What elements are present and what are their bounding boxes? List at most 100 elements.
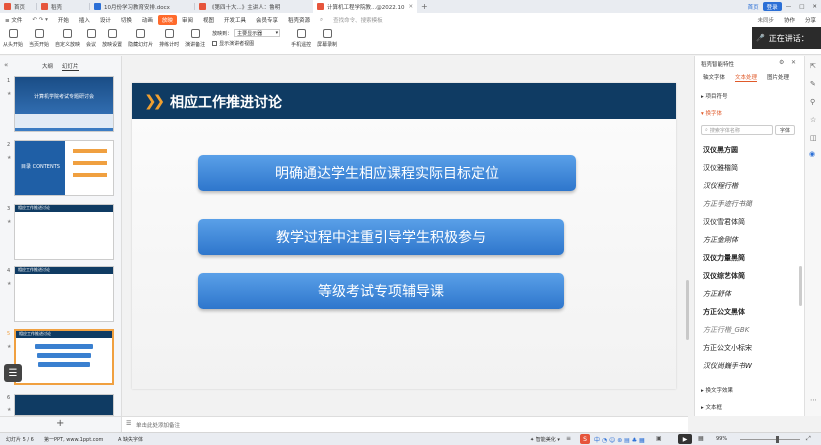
tab-document-2[interactable]: 《第四十大...》主讲人：鲁明 (195, 0, 313, 13)
minimize-button[interactable]: — (782, 0, 796, 13)
section-textbox[interactable]: ▸ 文本框 (701, 403, 722, 411)
font-option[interactable]: 汉仪程行楷 (703, 181, 738, 191)
current-slide[interactable]: ❯❯ 相应工作推进讨论 明确通达学生相应课程实际目标定位 教学过程中注重引导学生… (132, 83, 676, 389)
close-tab-icon[interactable]: ✕ (409, 4, 414, 10)
font-search-input[interactable]: ⌕ 搜索字体名称 (701, 125, 773, 135)
slide-thumb-6[interactable] (14, 394, 114, 416)
presenter-view-checkbox[interactable] (212, 41, 218, 46)
slide-title[interactable]: 相应工作推进讨论 (170, 92, 282, 112)
missing-font-button[interactable]: A 缺失字体 (118, 436, 143, 443)
custom-show-button[interactable]: 自定义放映 (52, 29, 83, 48)
beautify-button[interactable]: ✦ 智能美化 ▾ (530, 436, 560, 443)
play-current-button[interactable]: 当页开始 (26, 29, 52, 48)
menu-slideshow[interactable]: 放映 (157, 15, 177, 25)
font-option[interactable]: 方正金刚体 (703, 235, 738, 245)
hide-slide-button[interactable]: 隐藏幻灯片 (125, 29, 156, 48)
menu-insert[interactable]: 插入 (74, 16, 95, 24)
notes-placeholder[interactable]: 单击此处添加备注 (136, 421, 180, 429)
slide-item-2[interactable]: 教学过程中注重引导学生积极参与 (198, 219, 564, 255)
zoom-slider-handle[interactable] (776, 436, 779, 443)
top-home-link[interactable]: 首页 (744, 0, 763, 13)
font-option[interactable]: 方正公文黑体 (703, 307, 745, 317)
screen-record-button[interactable]: 屏幕录制 (314, 29, 340, 48)
panel-tab-text[interactable]: 文本处理 (735, 73, 758, 82)
collab-button[interactable]: 协作 (779, 16, 800, 24)
font-option[interactable]: 汉仪综艺体简 (703, 271, 745, 281)
slide-item-3[interactable]: 等级考试专项辅导课 (198, 273, 564, 309)
tab-home[interactable]: 首页 (0, 0, 36, 13)
phone-remote-button[interactable]: 手机遥控 (288, 29, 314, 48)
tab-document-active[interactable]: 计算机工程学院教...@2022.10 ✕ (313, 0, 417, 13)
menu-animation[interactable]: 动画 (137, 16, 158, 24)
zoom-level[interactable]: 99% (716, 436, 727, 442)
meeting-button[interactable]: 会议 (83, 29, 99, 48)
section-text-effects[interactable]: ▸ 换文字效果 (701, 386, 733, 394)
menu-design[interactable]: 设计 (95, 16, 116, 24)
pin-icon[interactable]: ⚲ (810, 98, 815, 106)
font-search-button[interactable]: 字体 (775, 125, 795, 135)
menu-start[interactable]: 开始 (53, 16, 74, 24)
font-option[interactable]: 汉仪力量黑简 (703, 253, 745, 263)
font-option[interactable]: 方正公文小标宋 (703, 343, 752, 353)
fit-window-icon[interactable]: ⤢ (806, 435, 811, 443)
close-window-button[interactable]: ✕ (808, 0, 821, 13)
format-icon[interactable]: ✎ (810, 80, 816, 88)
font-option[interactable]: 汉仪黑方圆 (703, 145, 738, 155)
font-option[interactable]: 方正行楷_GBK (703, 325, 749, 335)
play-slideshow-button[interactable]: ▶ (678, 434, 692, 444)
section-change-font[interactable]: ▾ 换字体 (701, 109, 722, 117)
font-option[interactable]: 汉仪雪君体简 (703, 217, 745, 227)
slide-thumb-4[interactable]: 相应工作推进讨论 (14, 266, 114, 322)
login-button[interactable]: 登录 (762, 2, 782, 11)
panel-close-icon[interactable]: ✕ (791, 59, 796, 66)
panel-tab-image[interactable]: 图片处理 (767, 73, 789, 81)
smart-icon[interactable]: ◉ (809, 150, 815, 158)
font-option[interactable]: 方正手迹行书简 (703, 199, 752, 209)
font-option[interactable]: 方正舒体 (703, 289, 731, 299)
outline-toggle-button[interactable]: ☰ (4, 364, 22, 382)
menu-view[interactable]: 视图 (198, 16, 219, 24)
star-tool-icon[interactable]: ☆ (810, 116, 816, 124)
slide-thumb-2[interactable]: 目录 CONTENTS (14, 140, 114, 196)
slide-thumb-1[interactable]: 计算机学院考试专题研讨会 (14, 76, 114, 132)
collapse-panel-icon[interactable]: « (4, 61, 8, 69)
tab-docer[interactable]: 稻壳 (37, 0, 89, 13)
slide-thumb-5-selected[interactable]: 相应工作推进讨论 (14, 329, 114, 385)
select-icon[interactable]: ⇱ (810, 62, 816, 70)
tab-slides[interactable]: 幻灯片 (62, 62, 79, 71)
slide-item-1[interactable]: 明确通达学生相应课程实际目标定位 (198, 155, 576, 191)
canvas-scrollbar[interactable] (686, 280, 689, 340)
rehearse-timing-button[interactable]: 排练计时 (156, 29, 182, 48)
grid-view-icon[interactable]: ▦ (698, 435, 704, 442)
tab-outline[interactable]: 大纲 (42, 62, 53, 70)
more-icon[interactable]: ⋯ (810, 396, 817, 404)
normal-view-icon[interactable]: ▣ (656, 435, 662, 442)
speaker-notes-button[interactable]: 演讲备注 (182, 29, 208, 48)
maximize-button[interactable]: □ (795, 0, 808, 13)
notes-toggle-icon[interactable]: ≡ (566, 435, 571, 442)
ime-tools-icons[interactable]: 中 ◔ ☺ ⊛ ▤ ♣ ▦ (594, 435, 645, 444)
undo-icon[interactable]: ↶ ↷ ▾ (27, 17, 52, 23)
zoom-slider[interactable] (740, 439, 800, 440)
panel-tab-font[interactable]: 轴文字体 (703, 73, 725, 81)
menu-developer[interactable]: 开发工具 (219, 16, 251, 24)
command-search-input[interactable]: 查找命令、搜索模板 (328, 16, 388, 24)
screen-select[interactable]: 主要显示器 ▾ (234, 29, 281, 37)
share-button[interactable]: 分享 (800, 16, 821, 24)
slide-thumb-3[interactable]: 相应工作推进讨论 (14, 204, 114, 260)
ime-badge[interactable]: S (580, 434, 590, 444)
menu-transition[interactable]: 切换 (116, 16, 137, 24)
menu-docer-resources[interactable]: 稻壳资源 (283, 16, 315, 24)
font-option[interactable]: 汉仪雅楷简 (703, 163, 738, 173)
show-settings-button[interactable]: 放映设置 (99, 29, 125, 48)
menu-review[interactable]: 审阅 (177, 16, 198, 24)
panel-settings-icon[interactable]: ⚙ (779, 59, 784, 66)
panel-scrollbar[interactable] (799, 266, 802, 306)
tab-document-1[interactable]: 10月份学习教育安排.docx (90, 0, 194, 13)
template-name[interactable]: 第一PPT, www.1ppt.com (44, 436, 103, 443)
play-from-start-button[interactable]: 从头开始 (0, 29, 26, 48)
notes-bar[interactable]: ☰ 单击此处添加备注 (122, 416, 688, 432)
add-slide-button[interactable]: + (56, 418, 64, 429)
section-bullets[interactable]: ▸ 项目符号 (701, 92, 728, 100)
new-tab-button[interactable]: + (417, 0, 432, 13)
